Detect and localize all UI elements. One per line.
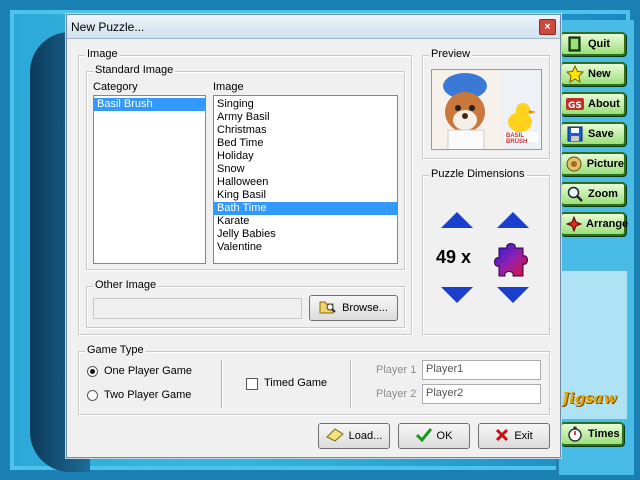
app-logo: Jigsaw — [562, 389, 617, 407]
browse-label: Browse... — [342, 302, 388, 314]
zoom-button[interactable]: Zoom — [560, 182, 626, 206]
exit-label: Exit — [514, 430, 533, 442]
quit-label: Quit — [588, 38, 610, 50]
new-label: New — [588, 68, 611, 80]
times-button[interactable]: Times — [560, 422, 624, 446]
one-player-label[interactable]: One Player Game — [104, 365, 192, 377]
save-button[interactable]: Save — [560, 122, 626, 146]
new-button[interactable]: New — [560, 62, 626, 86]
star-icon — [566, 65, 584, 83]
svg-text:GS: GS — [568, 101, 582, 111]
preview-badge: BASIL BRUSH — [506, 133, 528, 145]
zoom-label: Zoom — [588, 188, 618, 200]
preview-legend: Preview — [429, 48, 473, 60]
image-header: Image — [213, 81, 244, 93]
ok-label: OK — [436, 430, 453, 442]
arrange-label: Arrange — [586, 218, 629, 230]
image-list-item[interactable]: Karate — [214, 215, 397, 228]
players-divider — [350, 360, 351, 408]
image-list-item[interactable]: Christmas — [214, 124, 397, 137]
category-header: Category — [93, 81, 138, 93]
dimensions-legend: Puzzle Dimensions — [429, 168, 527, 180]
about-button[interactable]: GS About — [560, 92, 626, 116]
player1-input[interactable]: Player1 — [422, 360, 541, 380]
image-list-item[interactable]: Singing — [214, 98, 397, 111]
two-player-radio[interactable] — [87, 390, 98, 401]
image-list-item[interactable]: Holiday — [214, 150, 397, 163]
image-list[interactable]: Singing Army Basil Christmas Bed Time Ho… — [213, 95, 398, 264]
timed-game-checkbox[interactable] — [246, 378, 258, 390]
other-image-legend: Other Image — [93, 279, 159, 291]
load-icon — [325, 428, 344, 444]
folder-search-icon — [319, 299, 337, 317]
load-button[interactable]: Load... — [318, 423, 390, 449]
puzzle-piece-icon — [489, 236, 533, 280]
arrange-button[interactable]: Arrange — [560, 212, 629, 236]
cols-increase-arrow[interactable] — [497, 212, 529, 228]
exit-button[interactable]: Exit — [478, 423, 550, 449]
stopwatch-icon — [566, 425, 584, 443]
preview-image: BASIL BRUSH — [431, 69, 542, 150]
image-group-legend: Image — [85, 48, 120, 60]
quit-button[interactable]: Quit — [560, 32, 626, 56]
times-label: Times — [588, 428, 620, 440]
arrange-icon — [566, 215, 582, 233]
close-button[interactable]: × — [539, 19, 556, 35]
player2-label: Player 2 — [376, 388, 417, 400]
checkmark-icon — [415, 428, 432, 444]
rows-increase-arrow[interactable] — [441, 212, 473, 228]
rows-decrease-arrow[interactable] — [441, 287, 473, 303]
image-list-item[interactable]: Jelly Babies — [214, 228, 397, 241]
one-player-radio[interactable] — [87, 366, 98, 377]
picture-button[interactable]: Picture — [560, 152, 626, 176]
dimensions-value: 49 x — [436, 247, 472, 267]
picture-label: Picture — [586, 158, 624, 170]
browse-button[interactable]: Browse... — [309, 295, 398, 321]
category-list[interactable]: Basil Brush — [93, 95, 206, 264]
image-list-item[interactable]: Army Basil — [214, 111, 397, 124]
image-list-item[interactable]: Halloween — [214, 176, 397, 189]
floppy-icon — [566, 125, 584, 143]
about-label: About — [588, 98, 620, 110]
category-item[interactable]: Basil Brush — [94, 98, 205, 111]
magnifier-icon — [566, 185, 584, 203]
x-mark-icon — [495, 428, 509, 444]
ok-button[interactable]: OK — [398, 423, 470, 449]
image-list-item[interactable]: King Basil — [214, 189, 397, 202]
exit-icon — [566, 35, 584, 53]
save-label: Save — [588, 128, 614, 140]
timed-game-label[interactable]: Timed Game — [264, 377, 327, 389]
game-type-divider — [221, 360, 222, 408]
image-list-item-selected[interactable]: Bath Time — [214, 202, 397, 215]
dialog-title: New Puzzle... — [71, 19, 145, 34]
image-list-item[interactable]: Snow — [214, 163, 397, 176]
standard-image-legend: Standard Image — [93, 64, 176, 76]
other-image-path-input[interactable] — [93, 298, 302, 319]
game-type-legend: Game Type — [85, 344, 146, 356]
dialog-titlebar[interactable]: New Puzzle... × — [67, 15, 560, 39]
info-icon: GS — [566, 95, 584, 113]
player2-input[interactable]: Player2 — [422, 384, 541, 404]
player1-label: Player 1 — [376, 364, 417, 376]
cols-decrease-arrow[interactable] — [497, 287, 529, 303]
new-puzzle-dialog: New Puzzle... × Image Standard Image Cat… — [66, 14, 561, 458]
image-list-item[interactable]: Valentine — [214, 241, 397, 254]
image-list-item[interactable]: Bed Time — [214, 137, 397, 150]
two-player-label[interactable]: Two Player Game — [104, 389, 191, 401]
load-label: Load... — [348, 430, 383, 442]
picture-icon — [566, 155, 583, 173]
